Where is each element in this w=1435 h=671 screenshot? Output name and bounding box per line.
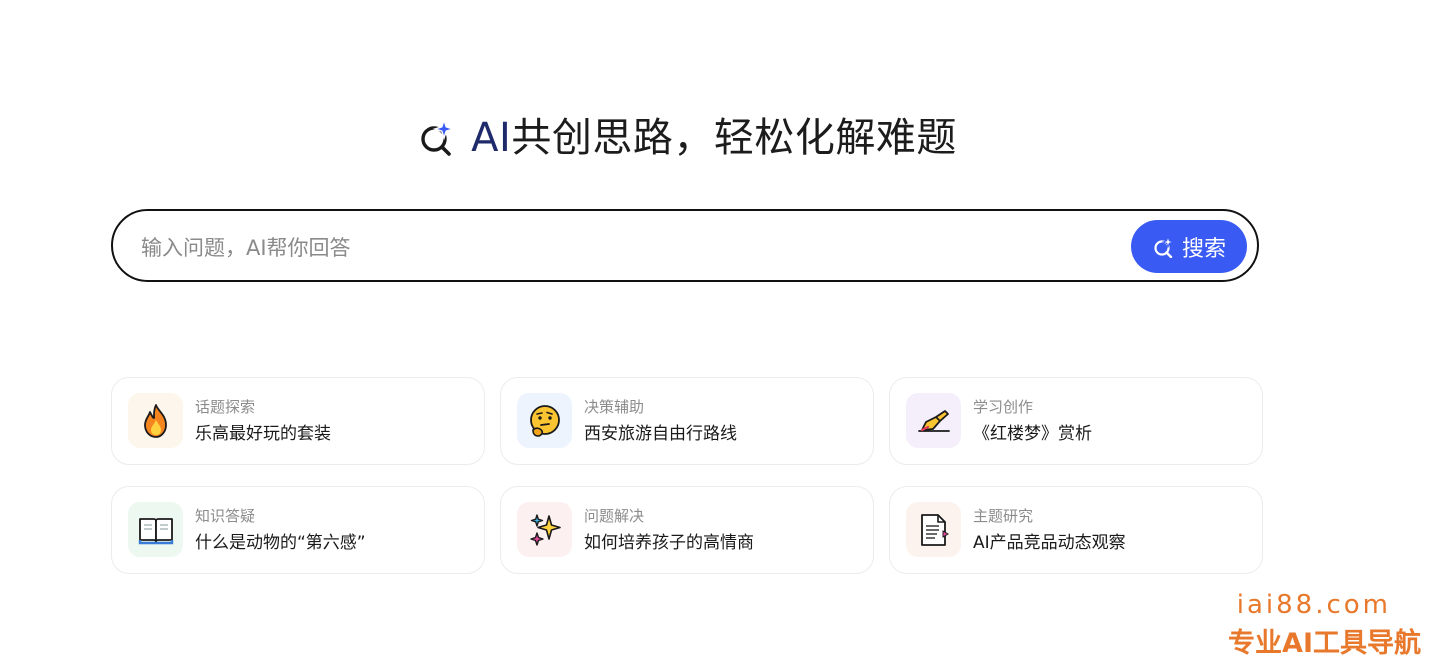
ai-search-icon [1154, 235, 1174, 258]
card-question: 乐高最好玩的套装 [195, 424, 331, 444]
card-category: 学习创作 [973, 398, 1034, 416]
suggestion-card-learning[interactable]: 学习创作 《红楼梦》赏析 [889, 377, 1263, 465]
watermark: iai88.com 专业AI工具导航 [1181, 588, 1421, 662]
page: AI共创思路，轻松化解难题 搜索 话题探索 乐高最好玩的套装 [0, 0, 1435, 671]
card-icon-box [128, 502, 183, 557]
card-icon-box [517, 502, 572, 557]
card-question: 什么是动物的“第六感” [195, 533, 366, 553]
card-question: 如何培养孩子的高情商 [584, 533, 754, 553]
page-title: AI共创思路，轻松化解难题 [0, 112, 1374, 164]
watermark-slogan: 专业AI工具导航 [1228, 628, 1421, 659]
search-button[interactable]: 搜索 [1131, 220, 1247, 273]
card-category: 话题探索 [195, 398, 256, 416]
ai-search-logo-icon [421, 118, 456, 156]
fire-icon [143, 403, 167, 438]
hero-title-ai: AI [471, 115, 512, 161]
suggestion-card-problem[interactable]: 问题解决 如何培养孩子的高情商 [500, 486, 874, 574]
card-icon-box [517, 393, 572, 448]
card-icon-box [906, 502, 961, 557]
document-icon [920, 513, 949, 546]
suggestion-card-knowledge[interactable]: 知识答疑 什么是动物的“第六感” [111, 486, 485, 574]
suggestion-card-decision[interactable]: 决策辅助 西安旅游自由行路线 [500, 377, 874, 465]
open-book-icon [138, 517, 173, 544]
watermark-domain: iai88.com [1236, 590, 1391, 620]
search-input[interactable] [139, 229, 1123, 267]
suggestion-card-research[interactable]: 主题研究 AI产品竞品动态观察 [889, 486, 1263, 574]
card-category: 决策辅助 [584, 398, 645, 416]
card-icon-box [906, 393, 961, 448]
thinking-face-icon [529, 404, 560, 437]
card-category: 知识答疑 [195, 507, 256, 525]
card-category: 主题研究 [973, 507, 1034, 525]
suggestion-cards: 话题探索 乐高最好玩的套装 决策辅助 西安旅游自由行路线 学习创作 《红楼梦》赏… [111, 377, 1263, 574]
suggestion-card-topic[interactable]: 话题探索 乐高最好玩的套装 [111, 377, 485, 465]
writing-hand-icon [917, 409, 950, 432]
search-button-label: 搜索 [1181, 236, 1226, 262]
card-question: AI产品竞品动态观察 [973, 533, 1126, 553]
hero-title-rest: 共创思路，轻松化解难题 [511, 115, 957, 161]
card-category: 问题解决 [584, 507, 645, 525]
card-question: 《红楼梦》赏析 [973, 424, 1092, 444]
hero-title-text: AI共创思路，轻松化解难题 [471, 112, 957, 164]
card-icon-box [128, 393, 183, 448]
card-question: 西安旅游自由行路线 [584, 424, 737, 444]
sparkles-icon [529, 513, 561, 546]
search-box: 搜索 [111, 209, 1259, 282]
